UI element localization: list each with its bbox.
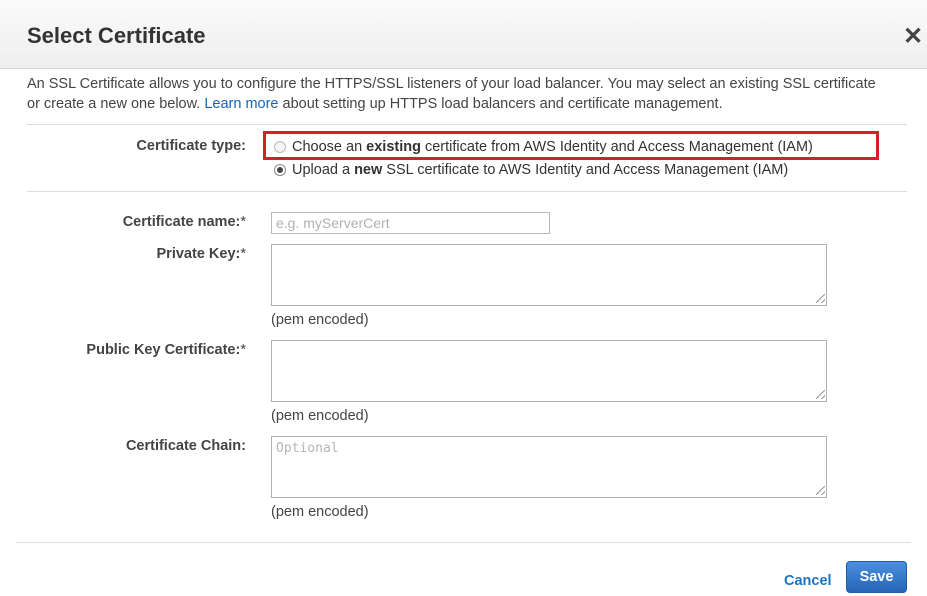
radio-new-suffix: SSL certificate to AWS Identity and Acce…	[382, 162, 789, 178]
radio-new-prefix: Upload a	[292, 162, 355, 178]
certificate-name-input[interactable]	[271, 212, 550, 234]
resize-grip-icon[interactable]	[816, 390, 825, 399]
divider	[27, 191, 907, 192]
resize-grip-icon[interactable]	[816, 486, 825, 495]
close-icon[interactable]: ✕	[903, 25, 923, 49]
public-key-hint: (pem encoded)	[271, 408, 369, 424]
dialog-title: Select Certificate	[27, 23, 206, 48]
certificate-type-label: Certificate type:	[136, 138, 246, 154]
footer-divider	[16, 542, 911, 543]
save-button[interactable]: Save	[846, 561, 907, 593]
required-mark: *	[240, 214, 246, 230]
private-key-label-text: Private Key:	[156, 246, 241, 262]
certificate-name-label-text: Certificate name:	[122, 214, 241, 230]
intro-text: An SSL Certificate allows you to configu…	[27, 74, 887, 114]
divider	[27, 124, 907, 125]
radio-upload-new-label: Upload a new SSL certificate to AWS Iden…	[292, 162, 788, 178]
certificate-name-label: Certificate name:*	[123, 214, 246, 230]
private-key-textarea[interactable]	[271, 244, 827, 306]
certificate-chain-textarea[interactable]	[271, 436, 827, 498]
certificate-chain-hint: (pem encoded)	[271, 504, 369, 520]
radio-new-bold: new	[354, 162, 383, 178]
radio-upload-new-certificate[interactable]: Upload a new SSL certificate to AWS Iden…	[274, 162, 788, 178]
dialog-header: Select Certificate ✕	[0, 0, 927, 69]
highlight-box	[263, 131, 879, 160]
required-mark: *	[240, 246, 246, 262]
private-key-hint: (pem encoded)	[271, 312, 369, 328]
public-key-certificate-label: Public Key Certificate:*	[86, 342, 246, 358]
learn-more-link[interactable]: Learn more	[204, 96, 278, 112]
public-key-certificate-textarea[interactable]	[271, 340, 827, 402]
intro-text-after: about setting up HTTPS load balancers an…	[278, 96, 723, 112]
public-key-label-text: Public Key Certificate:	[86, 342, 241, 358]
resize-grip-icon[interactable]	[816, 294, 825, 303]
private-key-label: Private Key:*	[157, 246, 246, 262]
cancel-button[interactable]: Cancel	[784, 573, 832, 589]
certificate-chain-label: Certificate Chain:	[125, 438, 246, 454]
required-mark: *	[240, 342, 246, 358]
radio-upload-new-icon[interactable]	[274, 164, 286, 176]
